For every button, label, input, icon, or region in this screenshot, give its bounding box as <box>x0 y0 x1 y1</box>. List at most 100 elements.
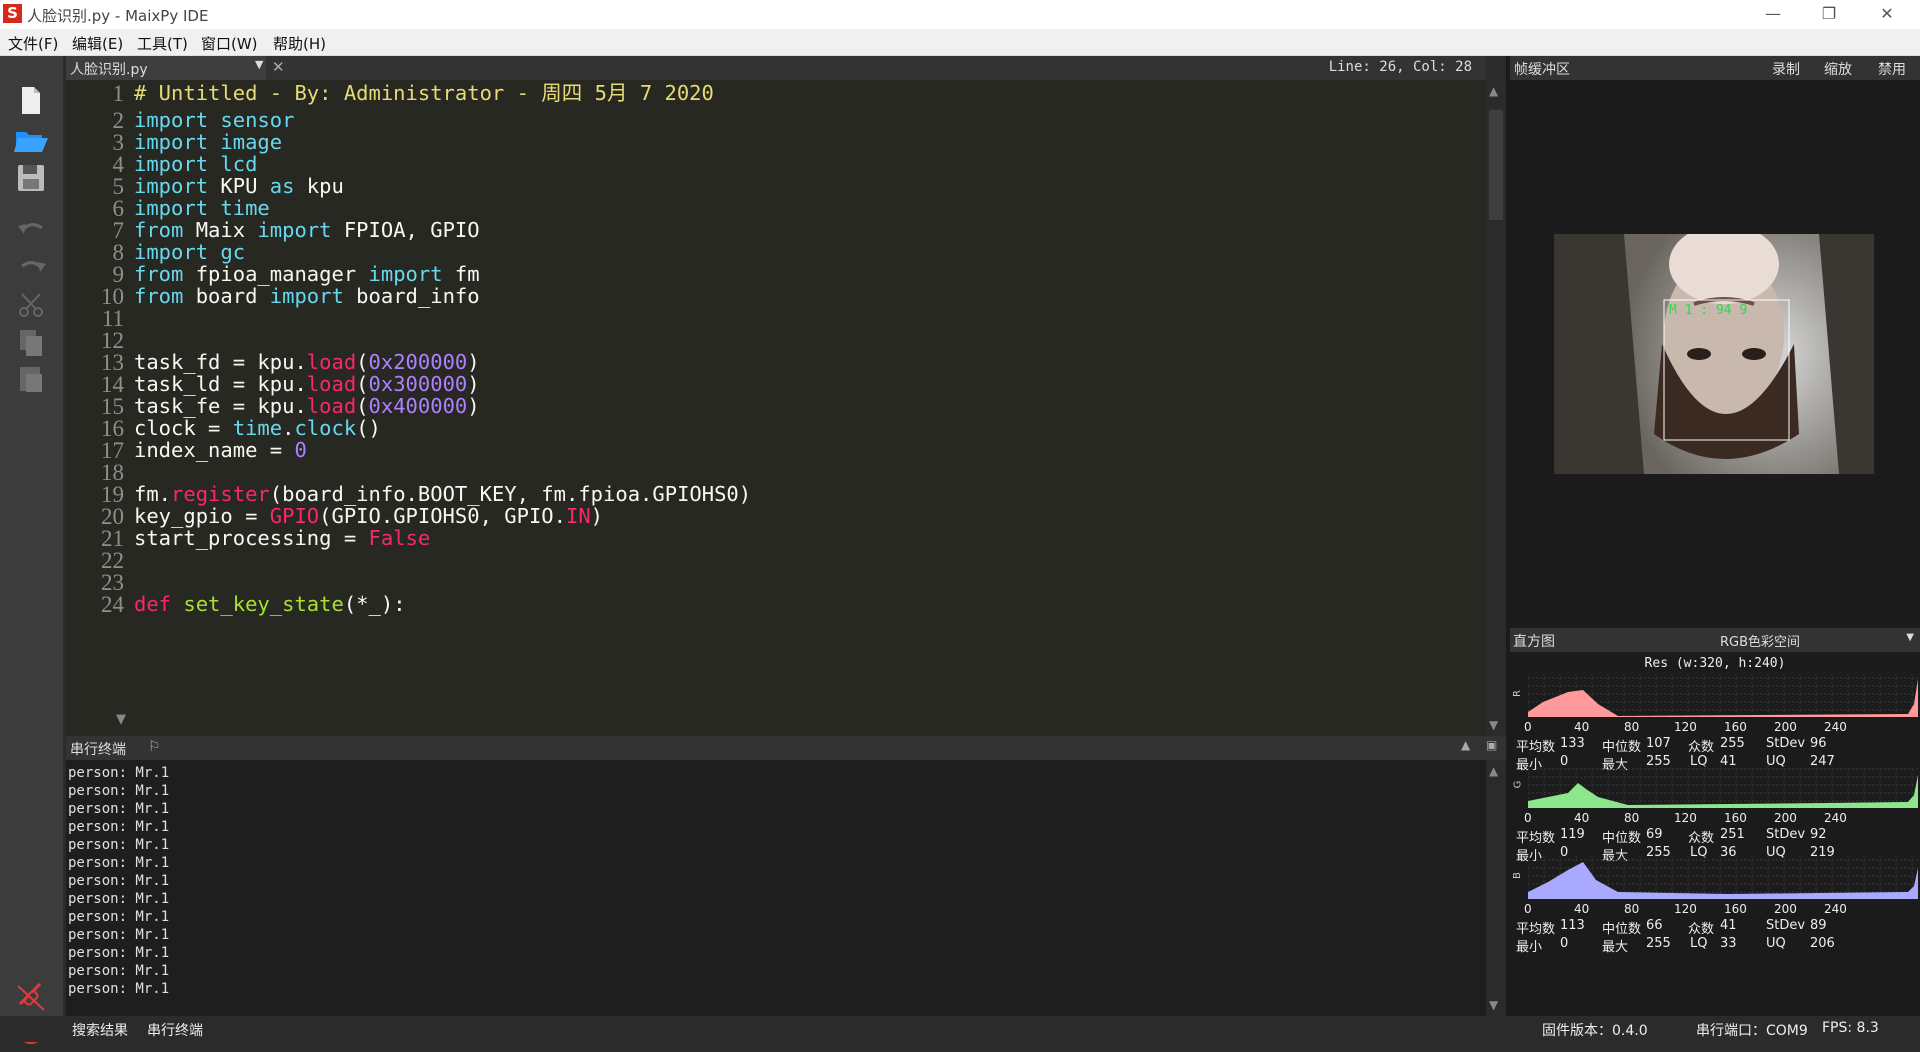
terminal-line: person: Mr.1 <box>68 855 170 871</box>
stat-value: 最大 <box>1602 940 1629 955</box>
framebuffer-area: M 1 : 94 9 <box>1510 80 1920 628</box>
scroll-down-icon[interactable]: ▼ <box>1489 718 1498 732</box>
copy-icon[interactable] <box>12 326 52 360</box>
redo-icon[interactable] <box>12 252 52 286</box>
tick-label: 0 <box>1524 720 1532 734</box>
code-area[interactable]: # Untitled - By: Administrator - 周四 5月 7… <box>134 80 1484 736</box>
stat-value: 133 <box>1560 736 1585 751</box>
terminal-scrollbar[interactable]: ▲ ▼ <box>1486 760 1506 1016</box>
collapse-icon[interactable]: ▲ <box>1461 738 1470 752</box>
undo-icon[interactable] <box>12 214 52 248</box>
tick-label: 40 <box>1574 811 1590 825</box>
menu-window[interactable]: 窗口(W) <box>201 33 258 54</box>
editor-scrollbar-thumb[interactable] <box>1489 110 1503 220</box>
fold-arrow-icon[interactable]: ▼ <box>116 712 126 727</box>
close-button[interactable]: ✕ <box>1864 0 1910 29</box>
stat-value: StDev <box>1766 827 1806 842</box>
histogram-plot-r <box>1528 674 1918 718</box>
histogram-fill <box>1528 862 1918 899</box>
record-button[interactable]: 录制 <box>1772 59 1800 79</box>
window-title: 人脸识别.py - MaixPy IDE <box>27 7 209 25</box>
tick-label: 200 <box>1774 811 1797 825</box>
stats-row: 平均数 113 中位数 66 众数 41 StDev 89 <box>1510 918 1920 937</box>
framebuffer-header: 帧缓冲区 录制 缩放 禁用 <box>1510 56 1920 80</box>
stat-value: 119 <box>1560 827 1585 842</box>
tick-label: 120 <box>1674 811 1697 825</box>
stat-value: LQ <box>1690 936 1708 951</box>
terminal-header: 串行终端 ⚐ ▲ ▣ <box>66 736 1506 760</box>
left-toolbar <box>0 56 63 1044</box>
disconnect-icon[interactable] <box>12 980 52 1014</box>
histogram-ticks: 0 40 80 120 160 200 240 <box>1510 902 1920 916</box>
restore-button[interactable]: ❐ <box>1806 0 1852 29</box>
stat-value: 89 <box>1810 918 1827 933</box>
tick-label: 200 <box>1774 902 1797 916</box>
stat-value: StDev <box>1766 918 1806 933</box>
terminal-settings-icon[interactable]: ⚐ <box>148 739 161 755</box>
histogram-panel: Res (w:320, h:240) R 0 40 80 120 160 200 240 平均数… <box>1510 652 1920 1016</box>
camera-frame-image: M 1 : 94 9 <box>1554 234 1874 474</box>
scroll-up-icon[interactable]: ▲ <box>1489 84 1498 98</box>
chevron-down-icon[interactable]: ▼ <box>255 58 263 71</box>
stat-value: 69 <box>1646 827 1663 842</box>
code-line-1: # Untitled - By: Administrator - 周四 5月 7… <box>134 81 714 105</box>
recognition-overlay: M 1 : 94 9 <box>1669 303 1747 318</box>
stat-value: 平均数 <box>1516 831 1556 846</box>
tick-label: 160 <box>1724 811 1747 825</box>
scroll-up-icon[interactable]: ▲ <box>1489 764 1498 778</box>
app-logo-icon: S <box>3 4 22 23</box>
close-tab-icon[interactable]: ✕ <box>272 58 285 76</box>
serial-terminal[interactable]: person: Mr.1 person: Mr.1 person: Mr.1 pers… <box>66 760 1486 1016</box>
file-tab[interactable]: 人脸识别.py ▼ ✕ <box>66 56 285 80</box>
editor-scrollbar[interactable]: ▲ ▼ <box>1486 80 1506 736</box>
resolution-label: Res (w:320, h:240) <box>1644 656 1786 671</box>
save-icon[interactable] <box>12 162 52 196</box>
menu-bar: 文件(F) 编辑(E) 工具(T) 窗口(W) 帮助(H) <box>0 29 1920 56</box>
code-line-21: start_processing = False <box>134 526 431 550</box>
terminal-line: person: Mr.1 <box>68 891 170 907</box>
histogram-header: 直方图 RGB色彩空间 ▼ <box>1510 628 1920 652</box>
stat-value: UQ <box>1766 936 1786 951</box>
status-bar: 搜索结果 串行终端 固件版本：0.4.0 串行端口：COM9 FPS: 8.3 <box>0 1016 1920 1042</box>
stat-value: 66 <box>1646 918 1663 933</box>
menu-help[interactable]: 帮助(H) <box>273 33 326 54</box>
paste-icon[interactable] <box>12 362 52 396</box>
menu-edit[interactable]: 编辑(E) <box>72 33 123 54</box>
stats-row: 平均数 119 中位数 69 众数 251 StDev 92 <box>1510 827 1920 846</box>
terminal-line: person: Mr.1 <box>68 837 170 853</box>
terminal-line: person: Mr.1 <box>68 927 170 943</box>
new-file-icon[interactable] <box>12 84 52 118</box>
colorspace-select[interactable]: RGB色彩空间 <box>1720 631 1800 650</box>
menu-file[interactable]: 文件(F) <box>8 33 58 54</box>
maximize-icon[interactable]: ▣ <box>1486 738 1497 752</box>
stat-value: 206 <box>1810 936 1835 951</box>
terminal-title: 串行终端 <box>70 742 126 758</box>
scroll-down-icon[interactable]: ▼ <box>1489 998 1498 1012</box>
stat-value: 中位数 <box>1602 740 1642 755</box>
minimize-button[interactable]: — <box>1750 0 1796 29</box>
tick-label: 40 <box>1574 720 1590 734</box>
stat-value: 中位数 <box>1602 922 1642 937</box>
histogram-fill <box>1528 679 1918 717</box>
terminal-line: person: Mr.1 <box>68 909 170 925</box>
cut-icon[interactable] <box>12 288 52 322</box>
title-bar: S 人脸识别.py - MaixPy IDE — ❐ ✕ <box>0 0 1920 29</box>
zoom-button[interactable]: 缩放 <box>1824 59 1852 79</box>
tick-label: 80 <box>1624 811 1640 825</box>
disable-button[interactable]: 禁用 <box>1878 59 1906 79</box>
fps-readout: FPS: 8.3 <box>1822 1020 1879 1036</box>
tick-label: 160 <box>1724 902 1747 916</box>
stat-value: 众数 <box>1688 922 1715 937</box>
chevron-down-icon[interactable]: ▼ <box>1906 632 1914 643</box>
tab-search-results[interactable]: 搜索结果 <box>72 1020 128 1040</box>
tick-label: 240 <box>1824 720 1847 734</box>
menu-tools[interactable]: 工具(T) <box>137 33 188 54</box>
stat-value: 众数 <box>1688 831 1715 846</box>
tick-label: 120 <box>1674 902 1697 916</box>
code-editor[interactable]: 1 2 3 4 5 6 7 8 9 10 11 12 13 14 15 16 17 18 19 20 21 22 23 24 … <box>66 80 1552 816</box>
channel-label: B <box>1511 872 1523 879</box>
open-folder-icon[interactable] <box>12 124 52 158</box>
framebuffer-title: 帧缓冲区 <box>1514 62 1570 78</box>
tab-serial-terminal[interactable]: 串行终端 <box>147 1020 203 1040</box>
histogram-ticks: 0 40 80 120 160 200 240 <box>1510 811 1920 825</box>
